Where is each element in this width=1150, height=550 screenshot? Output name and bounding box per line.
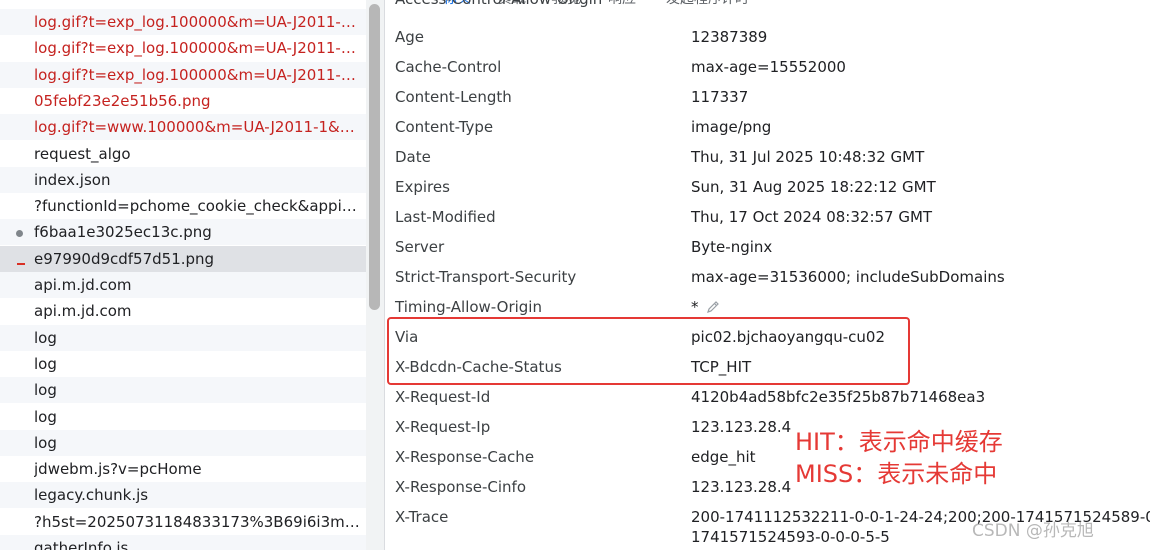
header-name-cut: Access-Control-Allow-Origin bbox=[395, 0, 602, 8]
header-value: Thu, 17 Oct 2024 08:32:57 GMT bbox=[691, 208, 933, 226]
header-name: Last-Modified bbox=[395, 208, 496, 226]
hit-note: HIT：表示命中缓存 bbox=[795, 428, 1003, 456]
request-row[interactable]: api.m.jd.com bbox=[0, 272, 366, 298]
request-row[interactable]: ?functionId=pchome_cookie_check&appid... bbox=[0, 193, 366, 219]
request-name: api.m.jd.com bbox=[34, 276, 132, 294]
header-value: 12387389 bbox=[691, 28, 768, 46]
pending-status-icon bbox=[16, 230, 23, 238]
request-row[interactable]: index.json bbox=[0, 166, 366, 193]
header-value: edge_hit bbox=[691, 448, 756, 466]
request-list-scrollbar[interactable] bbox=[366, 0, 384, 550]
header-value: 123.123.28.4 bbox=[691, 418, 792, 436]
request-row[interactable]: log bbox=[0, 404, 366, 430]
header-name: X-Request-Id bbox=[395, 388, 491, 406]
request-name: log.gif?t=exp_log.100000&m=UA-J2011-1... bbox=[34, 65, 362, 84]
request-list: log.gif?t=exp_log.100000&m=UA-J2011-1...… bbox=[0, 0, 366, 550]
request-name: legacy.chunk.js bbox=[34, 486, 149, 505]
request-row[interactable]: f6baa1e3025ec13c.png bbox=[0, 219, 366, 246]
request-row[interactable]: log bbox=[0, 351, 366, 377]
header-value: * bbox=[691, 298, 699, 316]
request-row[interactable]: ?h5st=20250731184833173%3B69i6i3mwa... bbox=[0, 509, 366, 535]
request-row[interactable]: log.gif?t=exp_log.100000&m=UA-J2011-1... bbox=[0, 35, 366, 61]
tab-timing[interactable]: 计时 bbox=[721, 0, 749, 8]
request-row[interactable]: jdwebm.js?v=pcHome bbox=[0, 456, 366, 482]
header-name: Server bbox=[395, 238, 445, 256]
request-name: 05febf23e2e51b56.png bbox=[34, 91, 211, 110]
header-name: X-Response-Cinfo bbox=[395, 478, 527, 496]
request-name: ?functionId=pchome_cookie_check&appid... bbox=[34, 197, 362, 216]
header-name: X-Response-Cache bbox=[395, 448, 535, 466]
request-name: log bbox=[34, 407, 57, 426]
tab-initiator[interactable]: 发起程序 bbox=[666, 0, 722, 8]
request-name: jdwebm.js?v=pcHome bbox=[34, 460, 202, 479]
selected-status-icon bbox=[17, 262, 25, 265]
request-name: ?h5st=20250731184833173%3B69i6i3mwa... bbox=[34, 512, 362, 531]
scrollbar-thumb[interactable] bbox=[369, 4, 380, 310]
header-value: Byte-nginx bbox=[691, 238, 773, 256]
request-name: log.gif?t=exp_log.100000&m=UA-J2011-1... bbox=[34, 39, 362, 58]
header-name: Age bbox=[395, 28, 425, 46]
request-name: log.gif?t=www.100000&m=UA-J2011-1&pi... bbox=[34, 118, 362, 137]
header-name: Timing-Allow-Origin bbox=[395, 298, 542, 316]
request-name: e97990d9cdf57d51.png bbox=[34, 249, 215, 268]
header-name: Content-Length bbox=[395, 88, 512, 106]
header-value: image/png bbox=[691, 118, 772, 136]
header-name: Expires bbox=[395, 178, 450, 196]
request-name: gatherInfo.js bbox=[34, 539, 129, 550]
watermark: CSDN @孙克旭 bbox=[972, 521, 1094, 541]
request-row[interactable]: api.m.jd.com bbox=[0, 298, 366, 324]
request-name: log.gif?t=exp_log.100000&m=UA-J2011-1... bbox=[34, 13, 362, 31]
header-value: max-age=31536000; includeSubDomains bbox=[691, 268, 1005, 286]
tab-response[interactable]: 响应 bbox=[608, 0, 636, 8]
request-row[interactable]: log bbox=[0, 429, 366, 456]
request-row[interactable]: gatherInfo.js bbox=[0, 535, 366, 550]
header-value: max-age=15552000 bbox=[691, 58, 846, 76]
miss-note: MISS：表示未命中 bbox=[795, 460, 998, 488]
header-name: Cache-Control bbox=[395, 58, 502, 76]
request-name: index.json bbox=[34, 170, 111, 189]
request-row[interactable]: e97990d9cdf57d51.png bbox=[0, 245, 366, 272]
header-name: Date bbox=[395, 148, 431, 166]
request-name: f6baa1e3025ec13c.png bbox=[34, 223, 212, 242]
header-value: Thu, 31 Jul 2025 10:48:32 GMT bbox=[691, 148, 925, 166]
cache-status-highlight bbox=[387, 317, 910, 385]
header-name: X-Request-Ip bbox=[395, 418, 491, 436]
request-name: request_algo bbox=[34, 144, 131, 163]
request-name: log bbox=[34, 433, 57, 452]
request-name: log bbox=[34, 354, 57, 373]
request-row[interactable]: log.gif?t=exp_log.100000&m=UA-J2011-1... bbox=[0, 61, 366, 88]
request-name: log bbox=[34, 328, 57, 347]
header-name: X-Trace bbox=[395, 508, 449, 526]
request-name: api.m.jd.com bbox=[34, 302, 132, 321]
edit-icon[interactable] bbox=[705, 299, 721, 315]
header-value-continued: 1741571524593-0-0-0-5-5 bbox=[691, 528, 890, 546]
header-value: Sun, 31 Aug 2025 18:22:12 GMT bbox=[691, 178, 936, 196]
request-row[interactable]: log bbox=[0, 324, 366, 351]
request-row[interactable]: 05febf23e2e51b56.png bbox=[0, 88, 366, 114]
request-row[interactable]: log bbox=[0, 377, 366, 404]
header-value: 117337 bbox=[691, 88, 749, 106]
header-name: Strict-Transport-Security bbox=[395, 268, 577, 286]
header-value: 4120b4ad58bfc2e35f25b87b71468ea3 bbox=[691, 388, 986, 406]
request-row[interactable]: request_algo bbox=[0, 141, 366, 167]
request-name: log bbox=[34, 381, 57, 400]
panel-divider[interactable] bbox=[384, 0, 385, 550]
header-value: 123.123.28.4 bbox=[691, 478, 792, 496]
request-row[interactable]: log.gif?t=exp_log.100000&m=UA-J2011-1... bbox=[0, 9, 366, 35]
request-row[interactable]: legacy.chunk.js bbox=[0, 482, 366, 509]
header-name: Content-Type bbox=[395, 118, 494, 136]
request-row[interactable]: log.gif?t=www.100000&m=UA-J2011-1&pi... bbox=[0, 114, 366, 141]
